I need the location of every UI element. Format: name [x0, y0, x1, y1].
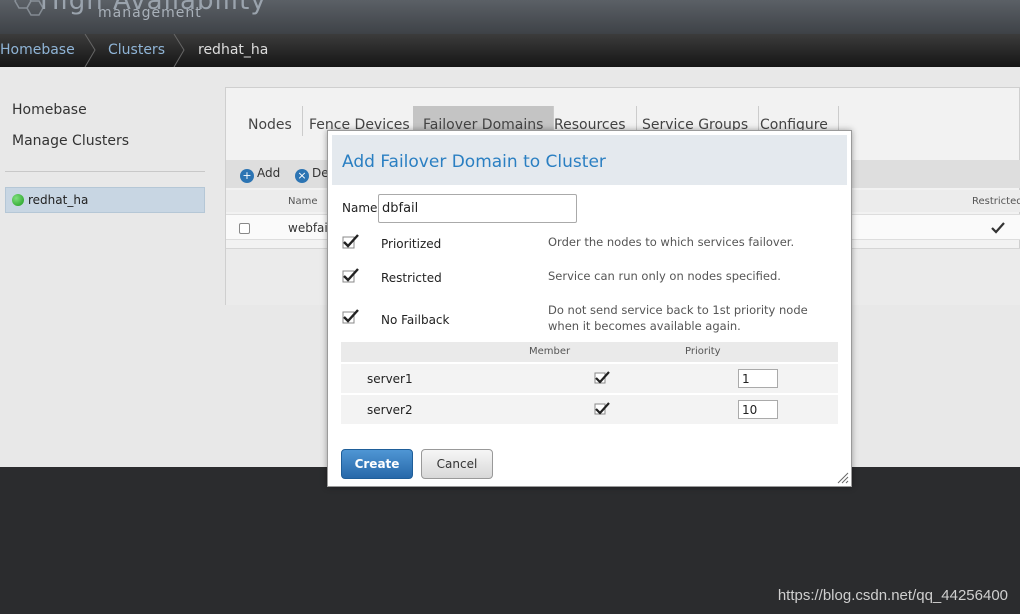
- no-failback-label: No Failback: [381, 313, 450, 327]
- column-header-priority: Priority: [685, 346, 721, 357]
- priority-input[interactable]: [738, 369, 778, 388]
- no-failback-description: Do not send service back to 1st priority…: [548, 303, 808, 333]
- check-icon: [991, 222, 1005, 234]
- domain-name-cell: webfail: [288, 221, 332, 235]
- plus-icon: +: [240, 169, 254, 183]
- create-button[interactable]: Create: [341, 449, 413, 479]
- column-header-name: Name: [288, 196, 318, 207]
- chevron-right-icon: [173, 34, 185, 67]
- column-header-restricted: Restricted: [972, 196, 1020, 207]
- chevron-right-icon: [84, 34, 96, 67]
- restricted-description: Service can run only on nodes specified.: [548, 269, 781, 283]
- column-header-member: Member: [529, 346, 571, 357]
- dialog-title: Add Failover Domain to Cluster: [342, 152, 606, 172]
- member-checkbox[interactable]: [594, 402, 610, 416]
- add-label: Add: [257, 166, 281, 180]
- priority-input[interactable]: [738, 400, 778, 419]
- member-table-header: Member Priority: [341, 342, 838, 362]
- no-failback-checkbox[interactable]: [342, 309, 360, 325]
- restricted-checkbox[interactable]: [342, 268, 360, 284]
- dialog-header: Add Failover Domain to Cluster: [332, 135, 847, 185]
- prioritized-description: Order the nodes to which services failov…: [548, 235, 795, 249]
- name-label: Name: [342, 201, 378, 215]
- breadcrumb-current-cluster: redhat_ha: [198, 42, 269, 58]
- member-checkbox[interactable]: [594, 371, 610, 385]
- app-subtitle: management: [98, 5, 202, 21]
- domain-name-input[interactable]: [378, 194, 577, 223]
- page-footer: https://blog.csdn.net/qq_44256400: [0, 467, 1020, 614]
- cluster-name: redhat_ha: [28, 193, 89, 207]
- prioritized-label: Prioritized: [381, 237, 442, 251]
- app-header: High Availability management: [0, 0, 1020, 34]
- member-row: server2: [341, 395, 838, 424]
- breadcrumb-clusters[interactable]: Clusters: [108, 34, 165, 67]
- logo-icon: [14, 0, 44, 16]
- add-button[interactable]: + Add: [240, 166, 280, 183]
- breadcrumb-homebase[interactable]: Homebase: [0, 34, 75, 67]
- watermark-text: https://blog.csdn.net/qq_44256400: [777, 587, 1008, 604]
- breadcrumb: Homebase Clusters redhat_ha: [0, 34, 1020, 67]
- delete-button[interactable]: × De: [295, 166, 329, 183]
- sidebar: Homebase Manage Clusters: [12, 102, 129, 164]
- tab-nodes[interactable]: Nodes: [238, 106, 303, 136]
- close-icon: ×: [295, 169, 309, 183]
- node-name: server2: [367, 403, 413, 417]
- cancel-button[interactable]: Cancel: [421, 449, 493, 479]
- sidebar-item-homebase[interactable]: Homebase: [12, 102, 129, 118]
- resize-grip-icon[interactable]: [837, 472, 849, 484]
- add-failover-domain-dialog: Add Failover Domain to Cluster Name Prio…: [327, 130, 852, 487]
- prioritized-checkbox[interactable]: [342, 234, 360, 250]
- sidebar-item-cluster[interactable]: redhat_ha: [5, 187, 205, 213]
- node-name: server1: [367, 372, 413, 386]
- restricted-label: Restricted: [381, 271, 442, 285]
- status-online-icon: [12, 194, 24, 206]
- row-select-checkbox[interactable]: [239, 223, 250, 234]
- sidebar-divider: [5, 171, 205, 172]
- member-row: server1: [341, 364, 838, 393]
- sidebar-item-manage-clusters[interactable]: Manage Clusters: [12, 133, 129, 149]
